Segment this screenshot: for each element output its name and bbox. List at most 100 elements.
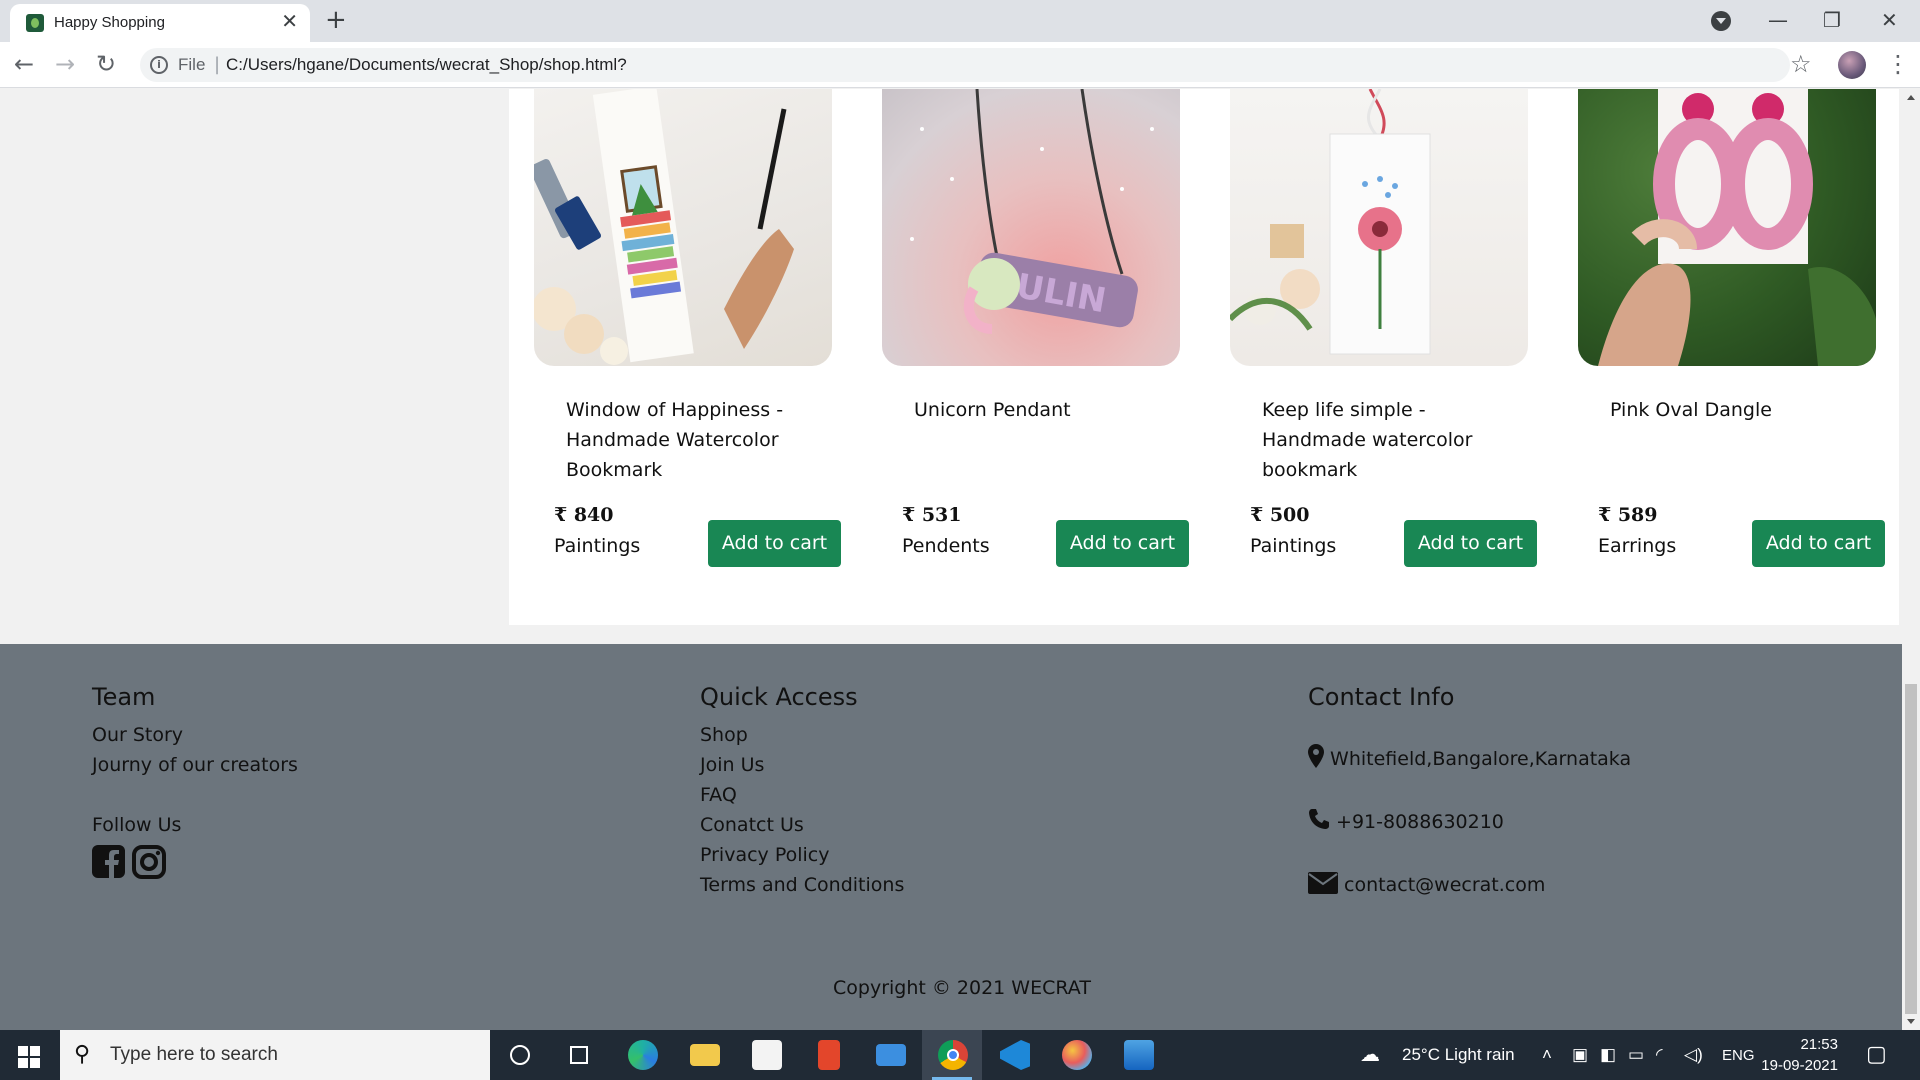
search-icon: ⚲ xyxy=(74,1042,91,1067)
contact-email[interactable]: contact@wecrat.com xyxy=(1344,874,1545,896)
meet-now-icon[interactable]: ▣ xyxy=(1572,1045,1588,1065)
bookmark-star-icon[interactable]: ☆ xyxy=(1790,50,1812,78)
footer-link-contact-us[interactable]: Conatct Us xyxy=(700,814,804,836)
footer-team-heading: Team xyxy=(92,683,156,711)
product-category: Paintings xyxy=(554,535,641,557)
windows-taskbar: ⚲ Type here to search ☁ 25°C Light rain … xyxy=(0,1030,1920,1080)
footer-link-shop[interactable]: Shop xyxy=(700,724,748,746)
new-tab-icon[interactable]: + xyxy=(325,6,347,34)
product-price: ₹ 840 xyxy=(554,504,614,526)
footer-link-faq[interactable]: FAQ xyxy=(700,784,737,806)
copyright-text: Copyright © 2021 WECRAT xyxy=(833,977,1091,999)
footer-link-join-us[interactable]: Join Us xyxy=(700,754,764,776)
edge-browser-icon[interactable] xyxy=(612,1030,672,1080)
address-scheme-label: File xyxy=(178,55,206,74)
scrollbar-thumb[interactable] xyxy=(1905,684,1917,1014)
footer-quick-access-heading: Quick Access xyxy=(700,683,858,711)
clock-date: 19-09-2021 xyxy=(1761,1057,1838,1074)
volume-icon[interactable]: ◁) xyxy=(1684,1045,1703,1065)
footer-link-privacy-policy[interactable]: Privacy Policy xyxy=(700,844,829,866)
browser-tab-strip: Happy Shopping ✕ + — ❐ ✕ xyxy=(0,0,1920,42)
product-title[interactable]: Unicorn Pendant xyxy=(914,395,1164,425)
product-price: ₹ 500 xyxy=(1250,504,1310,526)
product-price: ₹ 531 xyxy=(902,504,962,526)
product-title[interactable]: Keep life simple - Handmade watercolor b… xyxy=(1262,395,1512,485)
taskbar-clock[interactable]: 21:53 19-09-2021 xyxy=(1748,1034,1838,1076)
taskbar-search-box[interactable]: ⚲ Type here to search xyxy=(60,1030,490,1080)
profile-avatar[interactable] xyxy=(1838,51,1866,79)
contact-phone[interactable]: +91-8088630210 xyxy=(1336,811,1504,833)
show-hidden-icons-icon[interactable]: ˄ xyxy=(1542,1045,1552,1065)
action-center-icon[interactable]: ▢ xyxy=(1866,1041,1887,1067)
add-to-cart-button[interactable]: Add to cart xyxy=(1404,520,1537,567)
site-favicon-icon xyxy=(26,14,44,32)
product-image[interactable] xyxy=(1578,89,1876,366)
product-category: Pendents xyxy=(902,535,990,557)
address-url[interactable]: C:/Users/hgane/Documents/wecrat_Shop/sho… xyxy=(226,55,627,75)
taskbar-search-placeholder: Type here to search xyxy=(110,1044,278,1065)
browser-tab[interactable]: Happy Shopping ✕ xyxy=(10,4,310,42)
file-explorer-icon[interactable] xyxy=(674,1030,734,1080)
browser-menu-icon[interactable]: ⋮ xyxy=(1886,50,1910,78)
office-icon[interactable] xyxy=(798,1030,858,1080)
task-view-icon[interactable] xyxy=(550,1030,610,1080)
site-footer: Team Our Story Journy of our creators Fo… xyxy=(0,644,1902,1030)
minimize-icon[interactable]: — xyxy=(1768,8,1788,32)
site-info-icon[interactable]: i xyxy=(150,56,168,74)
product-image[interactable] xyxy=(1230,89,1528,366)
footer-link-creators[interactable]: Journy of our creators xyxy=(92,754,298,776)
page-viewport: Window of Happiness - Handmade Watercolo… xyxy=(0,89,1902,1030)
wifi-icon[interactable]: ◜ xyxy=(1656,1045,1663,1065)
add-to-cart-button[interactable]: Add to cart xyxy=(708,520,841,567)
product-category: Earrings xyxy=(1598,535,1677,557)
location-pin-icon xyxy=(1308,744,1324,768)
microsoft-store-icon[interactable] xyxy=(736,1030,796,1080)
browser-toolbar: ← → ↻ i File | C:/Users/hgane/Documents/… xyxy=(0,42,1920,88)
notification-app-icon[interactable]: ◧ xyxy=(1600,1045,1616,1065)
product-title[interactable]: Pink Oval Dangle xyxy=(1610,395,1860,425)
battery-icon[interactable]: ▭ xyxy=(1628,1045,1644,1065)
weather-cloud-icon: ☁ xyxy=(1360,1044,1380,1066)
scroll-up-arrow-icon[interactable] xyxy=(1907,95,1915,100)
product-image[interactable]: JULIN xyxy=(882,89,1180,366)
contact-address: Whitefield,Bangalore,Karnataka xyxy=(1330,748,1632,770)
envelope-icon xyxy=(1308,872,1338,894)
weather-text[interactable]: 25°C Light rain xyxy=(1402,1045,1515,1065)
contact-email-row: contact@wecrat.com xyxy=(1308,872,1545,896)
chrome-icon[interactable] xyxy=(922,1030,982,1080)
photos-icon[interactable] xyxy=(1108,1030,1168,1080)
social-links xyxy=(92,843,172,883)
reload-icon[interactable]: ↻ xyxy=(96,50,116,78)
follow-us-label: Follow Us xyxy=(92,814,182,836)
product-price: ₹ 589 xyxy=(1598,504,1658,526)
close-window-icon[interactable]: ✕ xyxy=(1881,8,1898,32)
contact-phone-row: +91-8088630210 xyxy=(1308,808,1504,833)
restore-icon[interactable]: ❐ xyxy=(1823,8,1841,32)
address-bar[interactable]: i File | C:/Users/hgane/Documents/wecrat… xyxy=(140,48,1790,82)
add-to-cart-button[interactable]: Add to cart xyxy=(1752,520,1885,567)
windows-start-icon[interactable] xyxy=(18,1046,40,1068)
tab-title: Happy Shopping xyxy=(54,14,165,31)
paint-icon[interactable] xyxy=(1046,1030,1106,1080)
scroll-down-arrow-icon[interactable] xyxy=(1907,1019,1915,1024)
add-to-cart-button[interactable]: Add to cart xyxy=(1056,520,1189,567)
product-title[interactable]: Window of Happiness - Handmade Watercolo… xyxy=(566,395,816,485)
phone-icon xyxy=(1309,809,1329,829)
footer-link-terms[interactable]: Terms and Conditions xyxy=(700,874,904,896)
contact-address-row: Whitefield,Bangalore,Karnataka xyxy=(1308,744,1631,770)
close-tab-icon[interactable]: ✕ xyxy=(281,11,298,31)
facebook-icon[interactable] xyxy=(92,845,125,878)
clock-time: 21:53 xyxy=(1800,1036,1838,1053)
vscode-icon[interactable] xyxy=(984,1030,1044,1080)
product-grid: Window of Happiness - Handmade Watercolo… xyxy=(509,89,1899,625)
instagram-icon[interactable] xyxy=(132,845,166,879)
tab-search-icon[interactable] xyxy=(1711,11,1731,31)
cortana-icon[interactable] xyxy=(490,1030,550,1080)
address-separator: | xyxy=(214,54,221,75)
forward-icon[interactable]: → xyxy=(55,50,75,78)
page-scrollbar[interactable] xyxy=(1902,89,1920,1030)
footer-link-our-story[interactable]: Our Story xyxy=(92,724,183,746)
mail-icon[interactable] xyxy=(860,1030,920,1080)
product-image[interactable] xyxy=(534,89,832,366)
back-icon[interactable]: ← xyxy=(14,50,34,78)
